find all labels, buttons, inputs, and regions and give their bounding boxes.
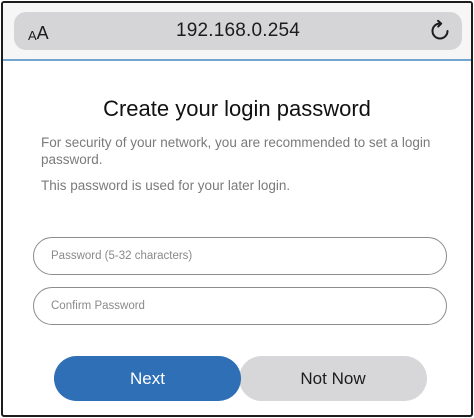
url-text[interactable]: 192.168.0.254 <box>14 20 462 42</box>
reload-button[interactable] <box>428 19 452 43</box>
address-bar[interactable]: AA 192.168.0.254 <box>14 12 462 50</box>
browser-toolbar: AA 192.168.0.254 <box>3 3 471 61</box>
browser-window: AA 192.168.0.254 Create your login passw… <box>1 1 473 417</box>
not-now-button[interactable]: Not Now <box>239 356 427 401</box>
next-label: Next <box>130 368 165 388</box>
reload-icon <box>431 19 449 40</box>
password-input[interactable] <box>33 237 447 275</box>
next-button[interactable]: Next <box>54 356 241 401</box>
confirm-password-input[interactable] <box>33 287 447 325</box>
page-title: Create your login password <box>103 96 371 121</box>
login-description: This password is used for your later log… <box>41 178 291 193</box>
security-description: For security of your network, you are re… <box>41 135 431 167</box>
not-now-label: Not Now <box>300 368 366 388</box>
